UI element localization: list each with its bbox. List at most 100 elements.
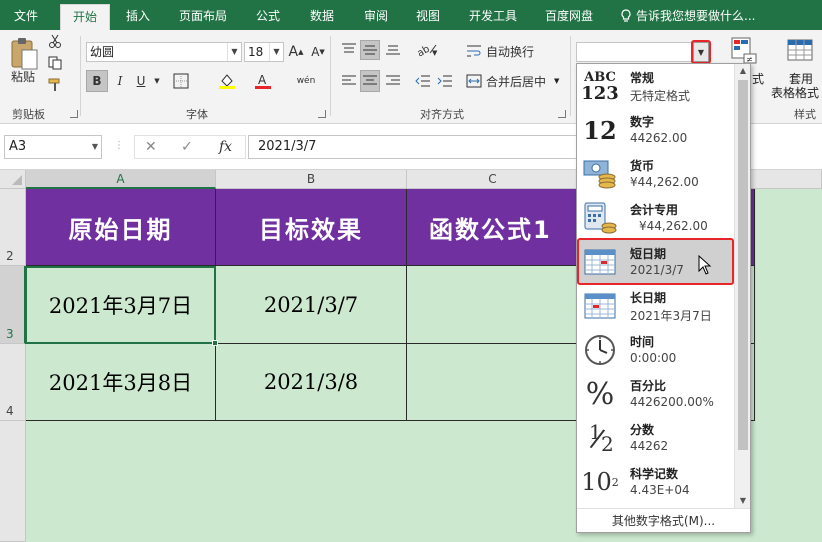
insert-function-icon[interactable]: fx — [219, 139, 232, 155]
format-name: 常规 — [630, 71, 655, 85]
format-item-time[interactable]: 时间 0:00:00 — [577, 328, 734, 372]
cell-b2[interactable]: 目标效果 — [216, 189, 407, 266]
format-sample: 2021年3月7日 — [630, 309, 712, 323]
increase-indent-icon[interactable] — [436, 72, 454, 90]
left-align-icon[interactable] — [340, 72, 358, 90]
italic-button[interactable]: I — [110, 70, 130, 92]
chevron-down-icon[interactable]: ▼ — [152, 70, 162, 92]
row-header-2[interactable]: 2 — [0, 189, 26, 266]
merge-center-label: 合并后居中 — [486, 74, 547, 89]
row-header-4[interactable]: 4 — [0, 344, 26, 421]
formula-input[interactable]: 2021/3/7 — [248, 135, 578, 159]
svg-text:ab: ab — [415, 44, 431, 57]
enter-icon[interactable]: ✓ — [181, 139, 193, 155]
name-box[interactable]: A3 ▼ — [4, 135, 102, 159]
format-item-percent[interactable]: % 百分比 4426200.00% — [577, 372, 734, 416]
row-number: 2 — [6, 249, 14, 263]
alignment-launcher-icon[interactable] — [558, 110, 566, 118]
copy-icon[interactable] — [48, 56, 62, 70]
tell-me-box[interactable]: 告诉我您想要做什么... — [620, 4, 755, 30]
merge-center-button[interactable]: 合并后居中 ▼ — [466, 70, 576, 92]
tab-data[interactable]: 数据 — [302, 4, 342, 30]
tab-formulas[interactable]: 公式 — [248, 4, 288, 30]
chevron-down-icon: ▼ — [91, 142, 98, 151]
tab-insert[interactable]: 插入 — [118, 4, 158, 30]
tab-view[interactable]: 视图 — [408, 4, 448, 30]
group-divider — [330, 36, 331, 116]
shrink-font-button[interactable]: A ▼ — [310, 42, 326, 62]
format-item-accounting[interactable]: 会计专用 ¥44,262.00 — [577, 196, 734, 240]
scroll-up-icon[interactable]: ▲ — [735, 64, 751, 78]
fill-color-icon[interactable] — [218, 72, 236, 90]
cell-b4[interactable]: 2021/3/8 — [216, 344, 407, 421]
cut-icon[interactable] — [48, 34, 62, 48]
format-name: 时间 — [630, 335, 655, 349]
format-name: 科学记数 — [630, 467, 679, 481]
format-item-number[interactable]: 12 数字 44262.00 — [577, 108, 734, 152]
tab-baidu-netdisk[interactable]: 百度网盘 — [538, 4, 600, 30]
format-item-scientific[interactable]: 10 2 科学记数 4.43E+04 — [577, 460, 734, 504]
column-header-a[interactable]: A — [26, 170, 216, 189]
tab-developer[interactable]: 开发工具 — [462, 4, 524, 30]
number-format-select[interactable] — [576, 42, 710, 62]
svg-text:A: A — [258, 73, 267, 87]
column-header-c[interactable]: C — [407, 170, 579, 189]
center-align-icon[interactable] — [360, 70, 380, 92]
row-number: 3 — [6, 327, 14, 341]
cell-a2[interactable]: 原始日期 — [26, 189, 216, 266]
font-size-select[interactable]: 18 ▼ — [244, 42, 284, 62]
select-all-corner[interactable] — [0, 170, 26, 189]
accounting-icon — [583, 200, 617, 236]
cell-a3[interactable]: 2021年3月7日 — [26, 266, 216, 344]
column-header-b[interactable]: B — [216, 170, 407, 189]
cell-b3[interactable]: 2021/3/7 — [216, 266, 407, 344]
borders-icon[interactable] — [172, 72, 190, 90]
number-format-dropdown: ABC 123 常规 无特定格式 12 数字 44262.00 货币 ¥44,2… — [576, 63, 751, 533]
tab-page-layout[interactable]: 页面布局 — [172, 4, 234, 30]
font-name-select[interactable]: 幼圆 ▼ — [86, 42, 242, 62]
table-format-icon[interactable] — [786, 38, 816, 68]
bottom-align-icon[interactable] — [384, 40, 402, 58]
fill-handle[interactable] — [212, 340, 218, 346]
tab-file[interactable]: 文件 — [6, 4, 46, 30]
right-align-icon[interactable] — [384, 72, 402, 90]
conditional-format-icon[interactable]: ≠ — [730, 36, 758, 64]
group-divider — [80, 36, 81, 116]
format-sample: 4426200.00% — [630, 395, 714, 409]
cell-a4[interactable]: 2021年3月8日 — [26, 344, 216, 421]
bold-button[interactable]: B — [86, 70, 108, 92]
orientation-icon[interactable]: ab ▼ — [414, 40, 440, 58]
icon-text: 123 — [581, 83, 619, 104]
format-item-fraction[interactable]: 1 / 2 分数 44262 — [577, 416, 734, 460]
resize-handle-icon[interactable]: ⋮ — [114, 140, 124, 151]
format-item-currency[interactable]: 货币 ¥44,262.00 — [577, 152, 734, 196]
top-align-icon[interactable] — [340, 40, 358, 58]
grow-font-button[interactable]: A ▲ — [288, 42, 304, 62]
font-color-icon[interactable]: A — [254, 72, 272, 90]
row-header-5[interactable] — [0, 421, 26, 542]
clipboard-launcher-icon[interactable] — [70, 110, 78, 118]
underline-button[interactable]: U — [132, 70, 150, 92]
decrease-indent-icon[interactable] — [414, 72, 432, 90]
format-painter-icon[interactable] — [48, 78, 62, 92]
paste-button[interactable]: 粘贴 — [6, 68, 40, 84]
tab-home[interactable]: 开始 — [60, 4, 110, 30]
number-format-icon: 12 — [583, 115, 617, 145]
phonetic-guide-button[interactable]: wén — [296, 70, 316, 92]
dropdown-scrollbar[interactable]: ▲ ▼ — [734, 64, 750, 508]
more-number-formats-link[interactable]: 其他数字格式(M)... — [577, 508, 750, 533]
scrollbar-thumb[interactable] — [738, 80, 748, 450]
number-format-dropdown-button[interactable]: ▼ — [693, 42, 709, 62]
middle-align-icon[interactable] — [360, 40, 380, 60]
wrap-text-button[interactable]: 自动换行 — [466, 40, 576, 62]
tab-review[interactable]: 审阅 — [356, 4, 396, 30]
clipboard-group-label: 剪贴板 — [12, 108, 45, 121]
format-item-general[interactable]: ABC 123 常规 无特定格式 — [577, 64, 734, 108]
table-format-label-2: 表格格式 — [771, 86, 820, 100]
currency-icon — [583, 156, 617, 192]
scroll-down-icon[interactable]: ▼ — [735, 494, 751, 508]
format-item-long-date[interactable]: 长日期 2021年3月7日 — [577, 284, 734, 328]
row-header-3[interactable]: 3 — [0, 266, 26, 344]
cancel-icon[interactable]: ✕ — [145, 139, 157, 155]
font-launcher-icon[interactable] — [318, 110, 326, 118]
